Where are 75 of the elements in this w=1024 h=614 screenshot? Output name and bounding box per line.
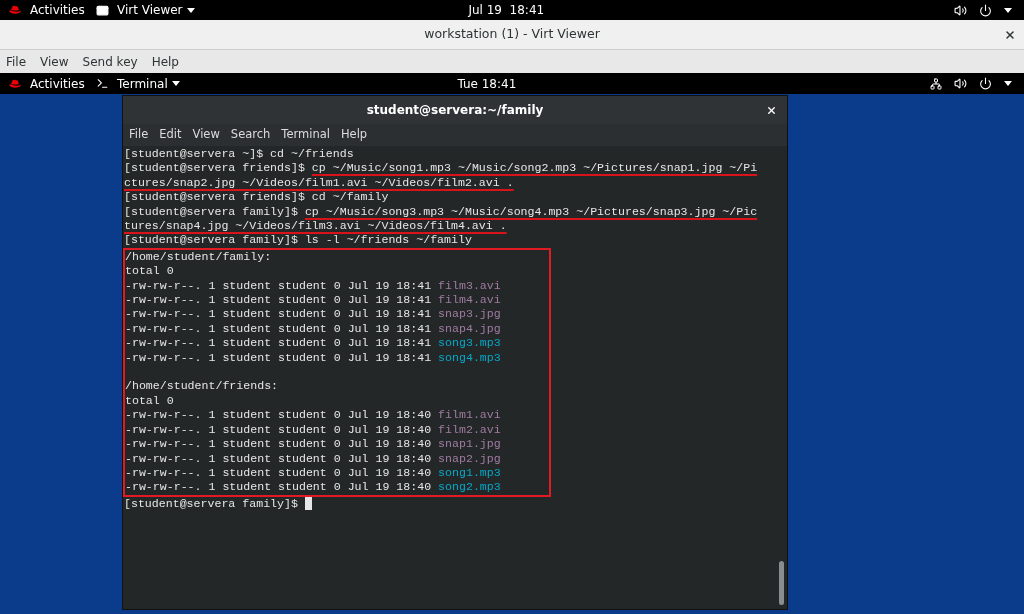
shell-prompt: [student@servera ~]$: [124, 147, 265, 162]
file-details: -rw-rw-r--. 1 student student 0 Jul 19 18:40: [125, 451, 433, 466]
menu-item[interactable]: Help: [340, 126, 368, 144]
close-icon[interactable]: [766, 105, 777, 116]
menu-item[interactable]: View: [40, 52, 69, 71]
command-text: cd ~/friends: [270, 147, 354, 162]
command-text: cp ~/Music/song3.mp3 ~/Music/song4.mp3 ~/Pictures/snap3.jpg ~/Pic: [304, 204, 758, 220]
shell-prompt: [student@servera family]$: [124, 204, 299, 220]
menu-item[interactable]: Send key: [82, 52, 138, 71]
output-text: /home/student/family:: [125, 249, 272, 263]
menu-item[interactable]: Terminal: [281, 126, 330, 144]
app-menu-button[interactable]: Terminal: [113, 74, 184, 93]
shell-prompt: [student@servera friends]$: [124, 161, 306, 176]
file-name: film2.avi: [438, 422, 501, 438]
command-text: cd ~/family: [311, 190, 389, 205]
activities-button[interactable]: Activities: [26, 1, 89, 19]
terminal-icon: [96, 77, 109, 90]
file-name: snap3.jpg: [438, 307, 501, 322]
menu-item[interactable]: Help: [151, 52, 179, 71]
power-icon[interactable]: [979, 77, 992, 90]
file-details: -rw-rw-r--. 1 student student 0 Jul 19 18:41: [125, 350, 433, 366]
file-details: -rw-rw-r--. 1 student student 0 Jul 19 18:40: [125, 422, 433, 438]
caret-icon: [1004, 7, 1012, 13]
menu-item[interactable]: File: [129, 126, 149, 144]
file-details: -rw-rw-r--. 1 student student 0 Jul 19 18:41: [125, 307, 433, 322]
menu-item[interactable]: Search: [230, 126, 271, 144]
shell-prompt: [student@servera family]$: [124, 496, 299, 512]
file-name: snap1.jpg: [438, 437, 501, 452]
hat-icon: [8, 5, 22, 15]
file-name: film4.avi: [438, 293, 501, 308]
file-details: -rw-rw-r--. 1 student student 0 Jul 19 18:41: [125, 278, 433, 294]
menu-item[interactable]: View: [192, 126, 220, 144]
activities-button[interactable]: Activities: [26, 74, 89, 93]
file-name: film3.avi: [438, 278, 501, 294]
file-details: -rw-rw-r--. 1 student student 0 Jul 19 18:40: [125, 408, 433, 423]
window-icon: [96, 3, 109, 17]
file-name: film1.avi: [438, 408, 501, 423]
file-name: song1.mp3: [438, 465, 501, 481]
file-details: -rw-rw-r--. 1 student student 0 Jul 19 18:41: [125, 336, 433, 351]
app-menu-button[interactable]: Virt Viewer: [113, 1, 199, 19]
menu-item[interactable]: File: [6, 52, 27, 71]
caret-icon: [186, 7, 195, 13]
close-icon[interactable]: [1004, 29, 1016, 41]
shell-prompt: [student@servera family]$: [124, 233, 299, 248]
file-details: -rw-rw-r--. 1 student student 0 Jul 19 18:41: [125, 321, 433, 337]
clock[interactable]: Jul 19 18:41: [464, 1, 549, 19]
file-details: -rw-rw-r--. 1 student student 0 Jul 19 18:40: [125, 480, 433, 495]
command-text: ls -l ~/friends ~/family: [304, 233, 472, 248]
output-text: total 0: [125, 264, 174, 278]
file-name: song3.mp3: [438, 336, 501, 351]
caret-icon: [1004, 81, 1012, 86]
command-text: tures/snap4.jpg ~/Videos/film3.avi ~/Videos/film4.avi .: [124, 219, 507, 234]
shell-prompt: [student@servera friends]$: [124, 190, 306, 205]
file-details: -rw-rw-r--. 1 student student 0 Jul 19 18:41: [125, 293, 433, 308]
file-details: -rw-rw-r--. 1 student student 0 Jul 19 18:40: [125, 465, 433, 481]
volume-icon[interactable]: [954, 77, 967, 90]
output-text: /home/student/friends:: [125, 379, 279, 393]
file-details: -rw-rw-r--. 1 student student 0 Jul 19 18:40: [125, 437, 433, 452]
file-name: song4.mp3: [438, 350, 501, 366]
clock[interactable]: Tue 18:41: [453, 74, 521, 93]
caret-icon: [171, 81, 180, 86]
command-text: cp ~/Music/song1.mp3 ~/Music/song2.mp3 ~/Pictures/snap1.jpg ~/Pi: [311, 161, 758, 176]
network-icon[interactable]: [930, 77, 942, 90]
file-name: song2.mp3: [438, 480, 501, 495]
command-text: ctures/snap2.jpg ~/Videos/film1.avi ~/Videos/film2.avi .: [124, 175, 514, 191]
window-title: student@servera:~/family: [366, 102, 544, 119]
file-name: snap4.jpg: [438, 321, 501, 337]
power-icon[interactable]: [979, 3, 992, 17]
scrollbar-thumb[interactable]: [778, 561, 784, 605]
output-text: total 0: [125, 393, 174, 407]
window-title: workstation (1) - Virt Viewer: [424, 25, 600, 44]
menu-item[interactable]: Edit: [159, 126, 182, 144]
hat-icon: [8, 78, 22, 89]
file-name: snap2.jpg: [438, 451, 501, 466]
volume-icon[interactable]: [954, 3, 967, 17]
